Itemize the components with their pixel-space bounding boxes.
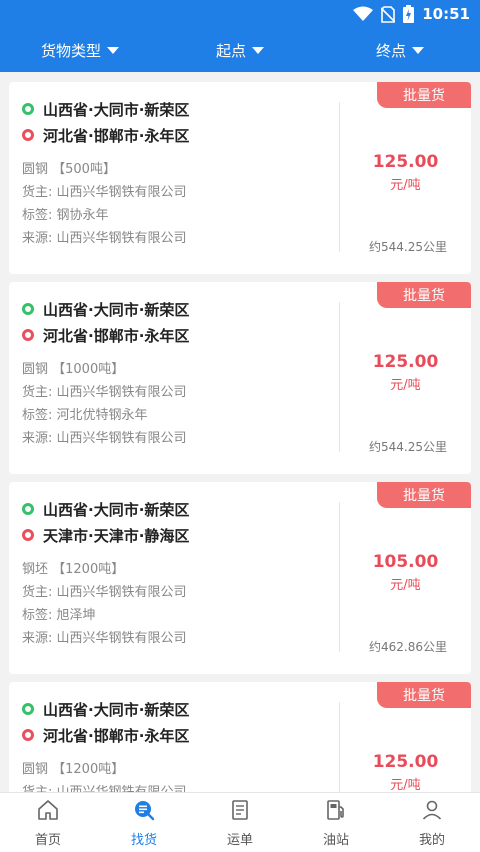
filter-cargo-type[interactable]: 货物类型 (0, 40, 160, 61)
owner-info: 货主: 山西兴华钢铁有限公司 (22, 185, 187, 200)
price: 125.00 (372, 152, 439, 172)
battery-charging-icon (403, 5, 415, 23)
filter-label: 终点 (375, 41, 406, 60)
origin-text: 山西省·大同市·新荣区 (43, 300, 190, 319)
tab-gas-station[interactable]: 油站 (288, 793, 384, 852)
find-cargo-icon (132, 798, 156, 826)
caret-down-icon (252, 46, 264, 54)
filter-bar: 货物类型 起点 终点 (0, 28, 480, 72)
no-sim-icon (381, 5, 396, 23)
price-box: 105.00 元/吨 (340, 552, 471, 593)
origin-row: 山西省·大同市·新荣区 (22, 696, 332, 722)
owner-info: 货主: 山西兴华钢铁有限公司 (22, 781, 332, 792)
cargo-info: 钢坯 【1200吨】 (22, 562, 125, 577)
profile-icon (420, 798, 444, 826)
bulk-cargo-badge: 批量货 (377, 82, 471, 108)
tab-waybill[interactable]: 运单 (192, 793, 288, 852)
source-info: 来源: 山西兴华钢铁有限公司 (22, 631, 187, 646)
price-unit: 元/吨 (390, 178, 421, 193)
tab-home[interactable]: 首页 (0, 793, 96, 852)
cargo-card[interactable]: 批量货 山西省·大同市·新荣区 河北省·邯郸市·永年区 圆钢 【1000吨】 货… (9, 282, 471, 474)
filter-origin[interactable]: 起点 (160, 40, 320, 61)
origin-dot-icon (22, 303, 34, 315)
destination-dot-icon (22, 529, 34, 541)
price: 105.00 (372, 552, 439, 572)
wifi-icon (353, 6, 374, 22)
distance: 约544.25公里 (369, 440, 447, 454)
destination-row: 河北省·邯郸市·永年区 (22, 322, 332, 348)
price: 125.00 (372, 352, 439, 372)
destination-text: 河北省·邯郸市·永年区 (43, 326, 190, 345)
cargo-card[interactable]: 批量货 山西省·大同市·新荣区 河北省·邯郸市·永年区 圆钢 【500吨】 货主… (9, 82, 471, 274)
price-box: 125.00 元/吨 (340, 752, 471, 792)
price-box: 125.00 元/吨 (340, 152, 471, 193)
filter-label: 货物类型 (40, 41, 101, 60)
source-info: 来源: 山西兴华钢铁有限公司 (22, 431, 187, 446)
tab-label: 我的 (418, 832, 445, 848)
origin-dot-icon (22, 503, 34, 515)
price-box: 125.00 元/吨 (340, 352, 471, 393)
tab-find-cargo[interactable]: 找货 (96, 793, 192, 852)
filter-destination[interactable]: 终点 (320, 40, 480, 61)
destination-dot-icon (22, 129, 34, 141)
origin-text: 山西省·大同市·新荣区 (43, 500, 190, 519)
destination-row: 天津市·天津市·静海区 (22, 522, 332, 548)
distance: 约462.86公里 (369, 640, 447, 654)
tags-info: 标签: 河北优特钢永年 (22, 408, 148, 423)
caret-down-icon (107, 46, 119, 54)
origin-dot-icon (22, 103, 34, 115)
owner-info: 货主: 山西兴华钢铁有限公司 (22, 585, 187, 600)
tags-info: 标签: 旭泽坤 (22, 608, 96, 623)
tab-label: 首页 (34, 832, 61, 848)
cargo-info: 圆钢 【1200吨】 (22, 762, 125, 777)
tab-profile[interactable]: 我的 (384, 793, 480, 852)
home-icon (36, 798, 60, 826)
origin-text: 山西省·大同市·新荣区 (43, 100, 190, 119)
price-unit: 元/吨 (390, 578, 421, 593)
cargo-info: 圆钢 【1000吨】 (22, 362, 125, 377)
filter-label: 起点 (215, 41, 246, 60)
bulk-cargo-badge: 批量货 (377, 482, 471, 508)
caret-down-icon (412, 46, 424, 54)
destination-text: 河北省·邯郸市·永年区 (43, 126, 190, 145)
cargo-list[interactable]: 批量货 山西省·大同市·新荣区 河北省·邯郸市·永年区 圆钢 【500吨】 货主… (0, 72, 480, 792)
bottom-tab-bar: 首页 找货 运单 油站 我的 (0, 792, 480, 852)
price: 125.00 (372, 752, 439, 772)
gas-station-icon (324, 798, 348, 826)
waybill-icon (228, 798, 252, 826)
cargo-info: 圆钢 【500吨】 (22, 162, 116, 177)
price-unit: 元/吨 (390, 378, 421, 393)
origin-row: 山西省·大同市·新荣区 (22, 496, 332, 522)
destination-row: 河北省·邯郸市·永年区 (22, 122, 332, 148)
origin-dot-icon (22, 703, 34, 715)
status-bar: 10:51 (0, 0, 480, 28)
destination-dot-icon (22, 329, 34, 341)
tags-info: 标签: 钢协永年 (22, 208, 109, 223)
owner-info: 货主: 山西兴华钢铁有限公司 (22, 385, 187, 400)
tab-label: 运单 (226, 832, 253, 848)
bulk-cargo-badge: 批量货 (377, 682, 471, 708)
destination-row: 河北省·邯郸市·永年区 (22, 722, 332, 748)
origin-text: 山西省·大同市·新荣区 (43, 700, 190, 719)
bulk-cargo-badge: 批量货 (377, 282, 471, 308)
destination-text: 河北省·邯郸市·永年区 (43, 726, 190, 745)
clock: 10:51 (422, 5, 470, 23)
tab-label: 找货 (130, 832, 157, 848)
destination-text: 天津市·天津市·静海区 (43, 526, 190, 545)
source-info: 来源: 山西兴华钢铁有限公司 (22, 231, 187, 246)
distance: 约544.25公里 (369, 240, 447, 254)
cargo-card[interactable]: 批量货 山西省·大同市·新荣区 天津市·天津市·静海区 钢坯 【1200吨】 货… (9, 482, 471, 674)
tab-label: 油站 (322, 832, 349, 848)
price-unit: 元/吨 (390, 778, 421, 792)
destination-dot-icon (22, 729, 34, 741)
cargo-card[interactable]: 批量货 山西省·大同市·新荣区 河北省·邯郸市·永年区 圆钢 【1200吨】 货… (9, 682, 471, 792)
origin-row: 山西省·大同市·新荣区 (22, 296, 332, 322)
origin-row: 山西省·大同市·新荣区 (22, 96, 332, 122)
